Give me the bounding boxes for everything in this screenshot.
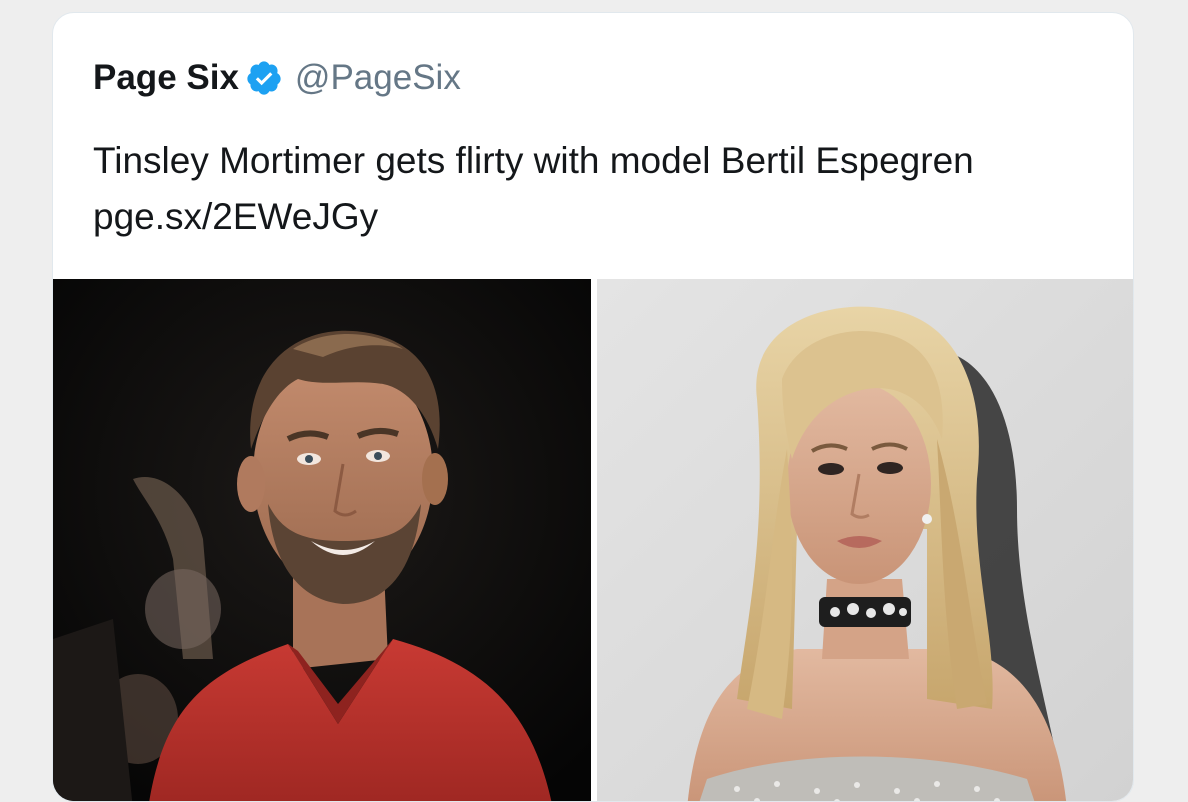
tweet-card[interactable]: Page Six @PageSix Tinsley Mortimer gets … — [52, 12, 1134, 802]
author-name[interactable]: Page Six — [93, 58, 239, 98]
author-handle[interactable]: @PageSix — [295, 58, 461, 98]
tweet-link[interactable]: pge.sx/2EWeJGy — [93, 196, 378, 237]
photo-woman-blonde[interactable] — [597, 279, 1133, 801]
tweet-header: Page Six @PageSix — [93, 53, 461, 103]
verified-badge-icon — [245, 59, 283, 97]
media-grid — [53, 279, 1133, 801]
tweet-text: Tinsley Mortimer gets flirty with model … — [93, 133, 1103, 245]
tweet-text-body: Tinsley Mortimer gets flirty with model … — [93, 140, 974, 181]
photo-man-red-shirt[interactable] — [53, 279, 591, 801]
